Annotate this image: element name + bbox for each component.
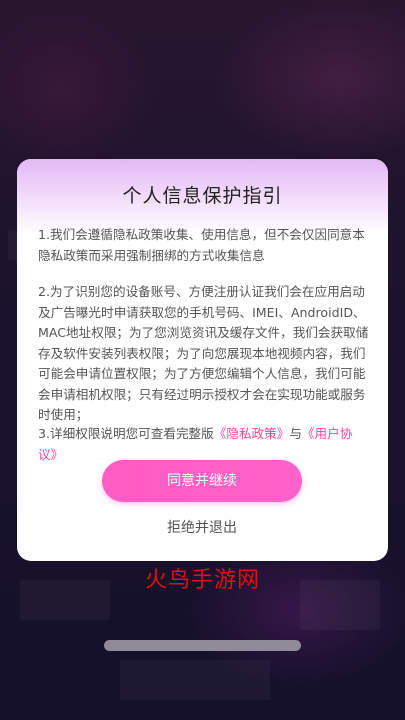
paragraph-3-conjunction: 与 — [289, 426, 302, 441]
privacy-policy-link[interactable]: 《隐私政策》 — [214, 426, 290, 441]
home-indicator-bar[interactable] — [104, 640, 301, 651]
paragraph-3-prefix: 3.详细权限说明您可查看完整版 — [38, 426, 214, 441]
policy-paragraph-2: 2.为了识别您的设备账号、方便注册认证我们会在应用启动及广告曝光时申请获取您的手… — [38, 284, 369, 422]
watermark-text: 火鸟手游网 — [144, 568, 260, 593]
policy-paragraph-3: 3.详细权限说明您可查看完整版《隐私政策》与《用户协议》 — [38, 424, 371, 465]
policy-paragraph-1: 1.我们会遵循隐私政策收集、使用信息，但不会仅因同意本隐私政策而采用强制捆绑的方… — [38, 227, 365, 263]
agree-continue-button[interactable]: 同意并继续 — [102, 460, 302, 502]
privacy-dialog: 个人信息保护指引 1.我们会遵循隐私政策收集、使用信息，但不会仅因同意本隐私政策… — [17, 159, 388, 561]
dialog-title: 个人信息保护指引 — [122, 185, 283, 207]
reject-exit-button[interactable]: 拒绝并退出 — [102, 515, 302, 541]
